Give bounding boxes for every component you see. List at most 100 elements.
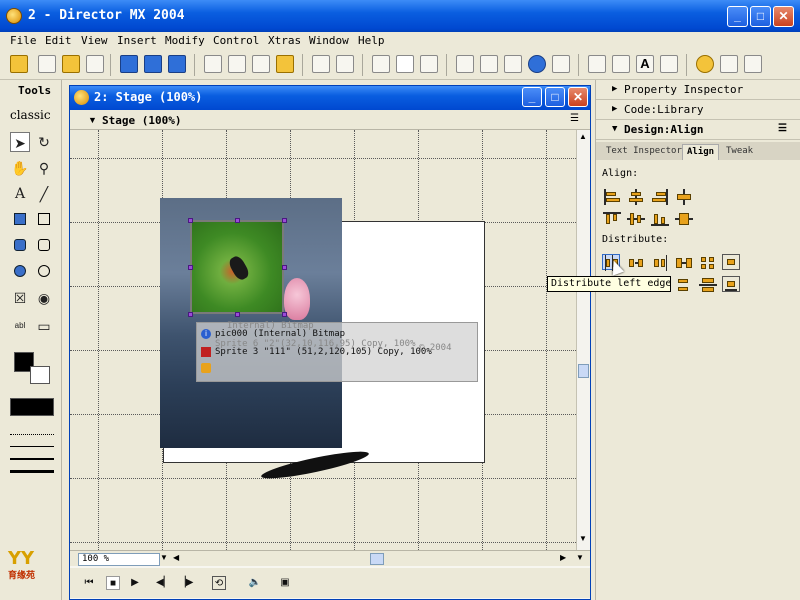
vector-shape-icon[interactable] (612, 55, 630, 73)
paint-brush-icon[interactable] (588, 55, 606, 73)
behavior-inspector-icon[interactable] (696, 55, 714, 73)
stage-canvas[interactable]: Internal) Bitmap i pic000 (Internal) Bit… (70, 130, 576, 550)
new-movie-icon[interactable] (10, 55, 28, 73)
minimize-button[interactable]: _ (727, 6, 748, 27)
horizontal-scroll-thumb[interactable] (370, 553, 384, 565)
property-inspector-header[interactable]: ▶ Property Inspector (596, 80, 800, 100)
play-icon[interactable]: ▶ (128, 576, 142, 590)
stage-panel-header[interactable]: ▼ Stage (100%) ☰ (70, 110, 590, 130)
shockwave-3d-icon[interactable] (660, 55, 678, 73)
zoom-dropdown-icon[interactable]: ▼ (160, 553, 168, 562)
selection-handle[interactable] (188, 265, 193, 270)
rewind-icon[interactable]: ⏮ (82, 576, 96, 590)
button-tool-icon[interactable]: ▭ (34, 316, 54, 336)
camera-icon[interactable]: ▣ (278, 576, 292, 590)
selection-handle[interactable] (235, 218, 240, 223)
zoom-field[interactable]: 100 % (78, 553, 160, 566)
sprite-properties-icon[interactable] (201, 347, 211, 357)
menu-window[interactable]: Window (309, 34, 349, 47)
distribute-vertical-centers-icon[interactable] (674, 276, 692, 292)
cut-icon[interactable] (228, 55, 246, 73)
scroll-up-icon[interactable]: ▲ (579, 132, 587, 141)
maximize-button[interactable]: □ (750, 6, 771, 27)
checkbox-tool-icon[interactable]: ☒ (10, 288, 30, 308)
exchange-cast-icon[interactable] (336, 55, 354, 73)
distribute-height-icon[interactable] (698, 276, 717, 292)
script-icon[interactable] (720, 55, 738, 73)
distribute-grid-icon[interactable] (698, 254, 716, 270)
design-align-header[interactable]: ▼ Design:Align ☰ (596, 120, 800, 140)
round-rect-tool-icon[interactable] (34, 236, 54, 256)
filled-ellipse-tool-icon[interactable] (10, 262, 30, 282)
cast-window-icon[interactable] (480, 55, 498, 73)
distribute-bottom-edge-icon[interactable] (722, 276, 740, 292)
align-left-edges-icon[interactable] (602, 188, 620, 205)
tab-tweak[interactable]: Tweak (722, 144, 757, 160)
no-line-option[interactable] (10, 434, 54, 435)
align-right-edges-icon[interactable] (650, 188, 668, 205)
selection-handle[interactable] (282, 312, 287, 317)
stop-icon[interactable] (396, 55, 414, 73)
thick-line-option[interactable] (10, 470, 54, 473)
filled-round-rect-tool-icon[interactable] (10, 236, 30, 256)
import-icon[interactable] (86, 55, 104, 73)
step-forward-icon[interactable]: ▕▶ (178, 576, 193, 590)
loop-icon[interactable]: ⟲ (212, 576, 226, 590)
publish-icon[interactable] (168, 55, 186, 73)
menu-file[interactable]: File (10, 34, 37, 47)
info-icon[interactable] (528, 55, 546, 73)
expand-arrow-icon[interactable]: ▶ (612, 84, 617, 94)
step-back-icon[interactable]: ◀▏ (156, 576, 171, 590)
hand-tool-icon[interactable]: ✋ (10, 158, 30, 178)
line-tool-icon[interactable]: ╱ (34, 184, 54, 204)
score-window-icon[interactable] (504, 55, 522, 73)
stage-minimize-button[interactable]: _ (522, 87, 542, 107)
open-icon[interactable] (62, 55, 80, 73)
tab-align[interactable]: Align (682, 144, 720, 160)
text-tool-icon[interactable]: A (10, 184, 30, 204)
align-registration-h-icon[interactable] (674, 188, 692, 205)
menu-insert[interactable]: Insert (117, 34, 157, 47)
tools-mode-label[interactable]: classic (10, 108, 51, 122)
new-cast-icon[interactable] (38, 55, 56, 73)
collapse-arrow-icon[interactable]: ▼ (612, 124, 617, 134)
radio-tool-icon[interactable]: ◉ (34, 288, 54, 308)
stage-maximize-button[interactable]: □ (545, 87, 565, 107)
stage-title-bar[interactable]: 2: Stage (100%) _ □ ✕ (70, 86, 590, 110)
tools-panel-title[interactable]: Tools (4, 82, 60, 100)
find-icon[interactable] (312, 55, 330, 73)
zoom-tool-icon[interactable]: ⚲ (34, 158, 54, 178)
align-bottom-edges-icon[interactable] (650, 210, 669, 226)
stage-vertical-scrollbar[interactable]: ▲ ▼ (576, 130, 590, 550)
selection-handle[interactable] (188, 312, 193, 317)
pattern-swatch[interactable] (10, 398, 54, 416)
menu-xtras[interactable]: Xtras (268, 34, 301, 47)
selection-handle[interactable] (282, 265, 287, 270)
selection-handle[interactable] (282, 218, 287, 223)
play-icon[interactable] (420, 55, 438, 73)
copy-icon[interactable] (252, 55, 270, 73)
save-all-icon[interactable] (144, 55, 162, 73)
align-vertical-centers-icon[interactable] (626, 210, 645, 226)
field-tool-icon[interactable]: abl (10, 316, 30, 336)
menu-modify[interactable]: Modify (165, 34, 205, 47)
selection-handle[interactable] (235, 312, 240, 317)
message-icon[interactable] (744, 55, 762, 73)
cast-info-icon[interactable]: i (201, 329, 211, 339)
app-title-bar[interactable]: 2 - Director MX 2004 _ □ ✕ (0, 0, 800, 32)
medium-line-option[interactable] (10, 458, 54, 460)
zoom-menu-icon[interactable]: ▼ (576, 553, 584, 562)
menu-control[interactable]: Control (213, 34, 259, 47)
menu-help[interactable]: Help (358, 34, 385, 47)
text-tool-icon[interactable]: A (636, 55, 654, 73)
ellipse-tool-icon[interactable] (34, 262, 54, 282)
rotate-tool-icon[interactable]: ↻ (34, 132, 54, 152)
distribute-to-stage-icon[interactable] (722, 254, 740, 270)
thin-line-option[interactable] (10, 446, 54, 447)
scroll-left-icon[interactable]: ◀ (173, 553, 179, 562)
align-registration-v-icon[interactable] (674, 210, 693, 226)
arrow-tool-icon[interactable]: ➤ (10, 132, 30, 152)
library-icon[interactable] (552, 55, 570, 73)
close-button[interactable]: ✕ (773, 6, 794, 27)
rect-tool-icon[interactable] (34, 210, 54, 230)
